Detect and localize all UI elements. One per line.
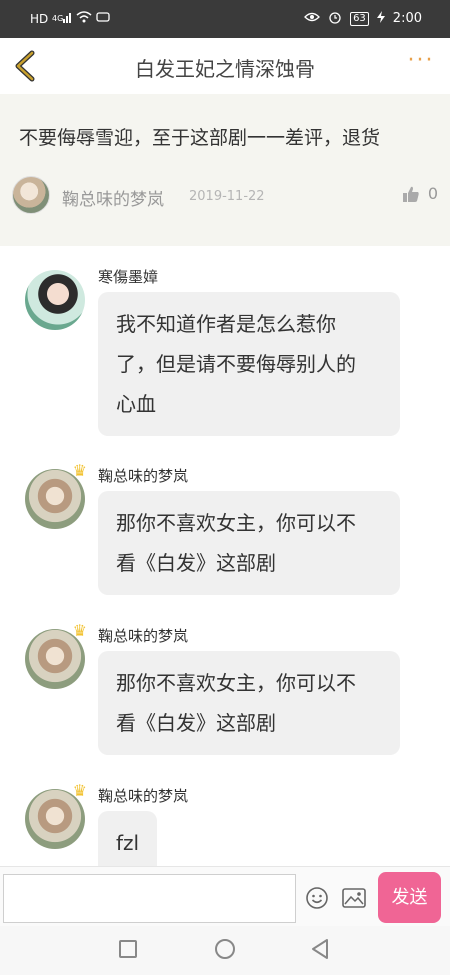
avatar[interactable]: ♛ bbox=[25, 621, 87, 689]
crown-icon: ♛ bbox=[72, 621, 87, 640]
crown-icon: ♛ bbox=[72, 781, 87, 800]
send-button[interactable]: 发送 bbox=[378, 872, 441, 923]
reply-list[interactable]: 寒傷墨嫜 我不知道作者是怎么惹你 了，但是请不要侮辱别人的 心血 ♛ 鞠总味的梦… bbox=[0, 246, 450, 866]
review-meta: 鞠总味的梦岚 2019-11-22 0 bbox=[12, 176, 438, 216]
reply-author[interactable]: 鞠总味的梦岚 bbox=[98, 625, 188, 646]
signal-icon: 4G bbox=[52, 11, 72, 26]
review-card: 不要侮辱雪迎，至于这部剧一一差评，退货 鞠总味的梦岚 2019-11-22 0 bbox=[0, 94, 450, 246]
review-text: 不要侮辱雪迎，至于这部剧一一差评，退货 bbox=[19, 127, 381, 149]
message-bubble: 那你不喜欢女主，你可以不 看《白发》这部剧 bbox=[98, 651, 400, 755]
like-button[interactable]: 0 bbox=[402, 184, 438, 203]
review-author[interactable]: 鞠总味的梦岚 bbox=[62, 185, 164, 210]
svg-text:4G: 4G bbox=[52, 14, 63, 23]
clock-time: 2:00 bbox=[392, 11, 422, 26]
reply-author[interactable]: 寒傷墨嫜 bbox=[98, 266, 158, 287]
more-button[interactable]: ··· bbox=[406, 48, 436, 78]
thumbs-up-icon bbox=[402, 186, 419, 202]
system-nav-bar bbox=[0, 926, 450, 975]
recent-apps-button[interactable] bbox=[119, 940, 137, 958]
triangle-back-icon bbox=[312, 939, 328, 959]
message-bubble: fzl bbox=[98, 811, 158, 866]
reply-author[interactable]: 鞠总味的梦岚 bbox=[98, 785, 188, 806]
title-bar: 白发王妃之情深蚀骨 ··· bbox=[0, 38, 450, 94]
message-line: 我不知道作者是怎么惹你 bbox=[116, 312, 336, 336]
review-date: 2019-11-22 bbox=[189, 189, 265, 204]
image-button[interactable] bbox=[341, 886, 367, 910]
message-line: fzl bbox=[116, 831, 140, 855]
battery-indicator: 63 bbox=[350, 11, 369, 26]
eye-icon bbox=[304, 11, 320, 26]
status-left: HD 4G bbox=[30, 11, 110, 26]
wifi-icon bbox=[76, 11, 92, 26]
home-button[interactable] bbox=[215, 939, 235, 959]
message-bubble: 我不知道作者是怎么惹你 了，但是请不要侮辱别人的 心血 bbox=[98, 292, 400, 436]
message-bubble: 那你不喜欢女主，你可以不 看《白发》这部剧 bbox=[98, 491, 400, 595]
alarm-icon bbox=[328, 10, 342, 27]
status-right: 63 2:00 bbox=[304, 10, 422, 27]
page-title: 白发王妃之情深蚀骨 bbox=[135, 57, 315, 81]
like-count: 0 bbox=[427, 184, 438, 203]
crown-icon: ♛ bbox=[72, 461, 87, 480]
image-icon bbox=[342, 888, 366, 908]
message-line: 心血 bbox=[116, 392, 156, 416]
smiley-icon bbox=[306, 887, 328, 909]
message-line: 看《白发》这部剧 bbox=[116, 711, 276, 735]
system-back-button[interactable] bbox=[310, 938, 330, 960]
usb-icon bbox=[96, 11, 110, 26]
emoji-button[interactable] bbox=[305, 886, 329, 910]
avatar-image bbox=[25, 270, 85, 330]
charging-icon bbox=[376, 11, 385, 26]
reply-input[interactable] bbox=[3, 874, 296, 923]
message-line: 那你不喜欢女主，你可以不 bbox=[116, 511, 356, 535]
avatar[interactable] bbox=[25, 270, 85, 330]
status-bar: HD 4G 63 2:00 bbox=[0, 0, 450, 38]
message-line: 看《白发》这部剧 bbox=[116, 551, 276, 575]
avatar[interactable]: ♛ bbox=[25, 781, 87, 849]
avatar[interactable]: ♛ bbox=[25, 461, 87, 529]
hd-icon: HD bbox=[30, 11, 49, 26]
reply-input-bar: 发送 bbox=[0, 866, 450, 926]
avatar[interactable] bbox=[12, 176, 50, 214]
message-line: 了，但是请不要侮辱别人的 bbox=[116, 352, 356, 376]
reply-author[interactable]: 鞠总味的梦岚 bbox=[98, 465, 188, 486]
message-line: 那你不喜欢女主，你可以不 bbox=[116, 671, 356, 695]
more-dots-icon: ··· bbox=[407, 48, 435, 73]
